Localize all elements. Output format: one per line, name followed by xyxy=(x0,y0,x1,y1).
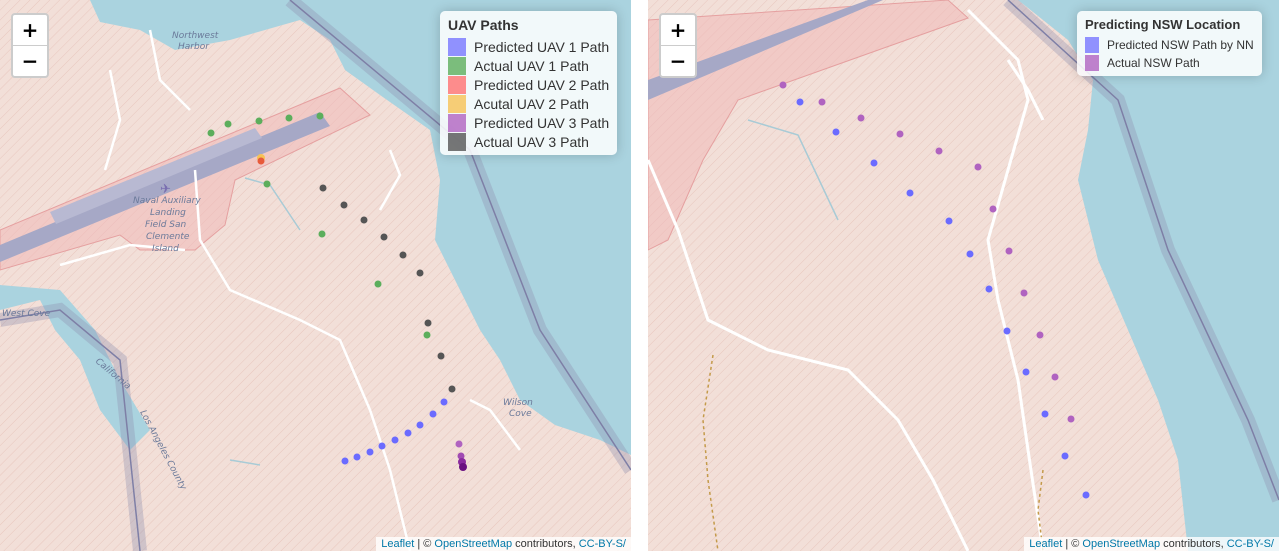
legend-item: Actual UAV 3 Path xyxy=(448,132,609,151)
license-link[interactable]: CC-BY-S/ xyxy=(1227,538,1274,550)
right-map[interactable]: + − Predicting NSW Location Predicted NS… xyxy=(648,0,1279,551)
osm-link[interactable]: OpenStreetMap xyxy=(1082,538,1160,550)
airport-icon: ✈ xyxy=(160,182,171,197)
license-link[interactable]: CC-BY-S/ xyxy=(579,538,626,550)
legend-item: Predicted NSW Path by NN xyxy=(1085,36,1254,54)
uav2-markers xyxy=(257,154,265,165)
legend-label: Actual NSW Path xyxy=(1107,56,1200,70)
label-airfield-3: Field San xyxy=(145,220,187,230)
right-zoom-control: + − xyxy=(659,13,697,78)
legend-item: Predicted UAV 1 Path xyxy=(448,37,609,56)
legend-swatch xyxy=(1085,55,1099,71)
attribution-separator: | © xyxy=(414,538,435,550)
left-legend: UAV Paths Predicted UAV 1 Path Actual UA… xyxy=(440,11,618,155)
legend-label: Predicted NSW Path by NN xyxy=(1107,38,1254,52)
label-northwest-harbor-2: Harbor xyxy=(178,42,210,52)
legend-label: Actual UAV 3 Path xyxy=(474,133,589,150)
left-zoom-in-button[interactable]: + xyxy=(13,15,47,45)
left-legend-title: UAV Paths xyxy=(448,17,519,33)
legend-label: Actual UAV 1 Path xyxy=(474,57,589,74)
legend-item: Actual NSW Path xyxy=(1085,54,1254,72)
label-airfield-4: Clemente xyxy=(146,232,190,242)
legend-item: Actual UAV 1 Path xyxy=(448,56,609,75)
left-zoom-out-button[interactable]: − xyxy=(13,45,47,76)
attribution-contributors: contributors, xyxy=(1160,538,1227,550)
label-airfield-1: Naval Auxiliary xyxy=(133,196,201,206)
label-airfield-5: Island xyxy=(152,244,179,254)
leaflet-link[interactable]: Leaflet xyxy=(1029,538,1062,550)
right-legend: Predicting NSW Location Predicted NSW Pa… xyxy=(1077,11,1262,76)
label-wilson-cove-2: Cove xyxy=(509,409,532,419)
legend-label: Acutal UAV 2 Path xyxy=(474,95,589,112)
legend-swatch xyxy=(448,94,466,113)
right-zoom-in-button[interactable]: + xyxy=(661,15,695,45)
legend-label: Predicted UAV 2 Path xyxy=(474,76,610,93)
right-legend-title: Predicting NSW Location xyxy=(1085,17,1241,32)
osm-link[interactable]: OpenStreetMap xyxy=(434,538,512,550)
legend-swatch xyxy=(448,132,466,151)
legend-swatch xyxy=(448,75,466,94)
right-attribution: Leaflet | © OpenStreetMap contributors, … xyxy=(1024,537,1279,551)
leaflet-link[interactable]: Leaflet xyxy=(381,538,414,550)
label-northwest-harbor-1: Northwest xyxy=(172,31,219,41)
legend-item: Predicted UAV 3 Path xyxy=(448,113,609,132)
right-zoom-out-button[interactable]: − xyxy=(661,45,695,76)
label-airfield-2: Landing xyxy=(150,208,186,218)
legend-label: Predicted UAV 1 Path xyxy=(474,38,610,55)
legend-item: Acutal UAV 2 Path xyxy=(448,94,609,113)
label-west-cove: West Cove xyxy=(2,309,51,319)
legend-swatch xyxy=(448,113,466,132)
legend-swatch xyxy=(448,37,466,56)
left-map[interactable]: Northwest Harbor Naval Auxiliary Landing… xyxy=(0,0,631,551)
left-zoom-control: + − xyxy=(11,13,49,78)
right-map-canvas[interactable] xyxy=(648,0,1279,551)
attribution-contributors: contributors, xyxy=(512,538,579,550)
left-attribution: Leaflet | © OpenStreetMap contributors, … xyxy=(376,537,631,551)
legend-label: Predicted UAV 3 Path xyxy=(474,114,610,131)
legend-swatch xyxy=(448,56,466,75)
legend-swatch xyxy=(1085,37,1099,53)
label-wilson-cove-1: Wilson xyxy=(503,398,533,408)
legend-item: Predicted UAV 2 Path xyxy=(448,75,609,94)
attribution-separator: | © xyxy=(1062,538,1083,550)
